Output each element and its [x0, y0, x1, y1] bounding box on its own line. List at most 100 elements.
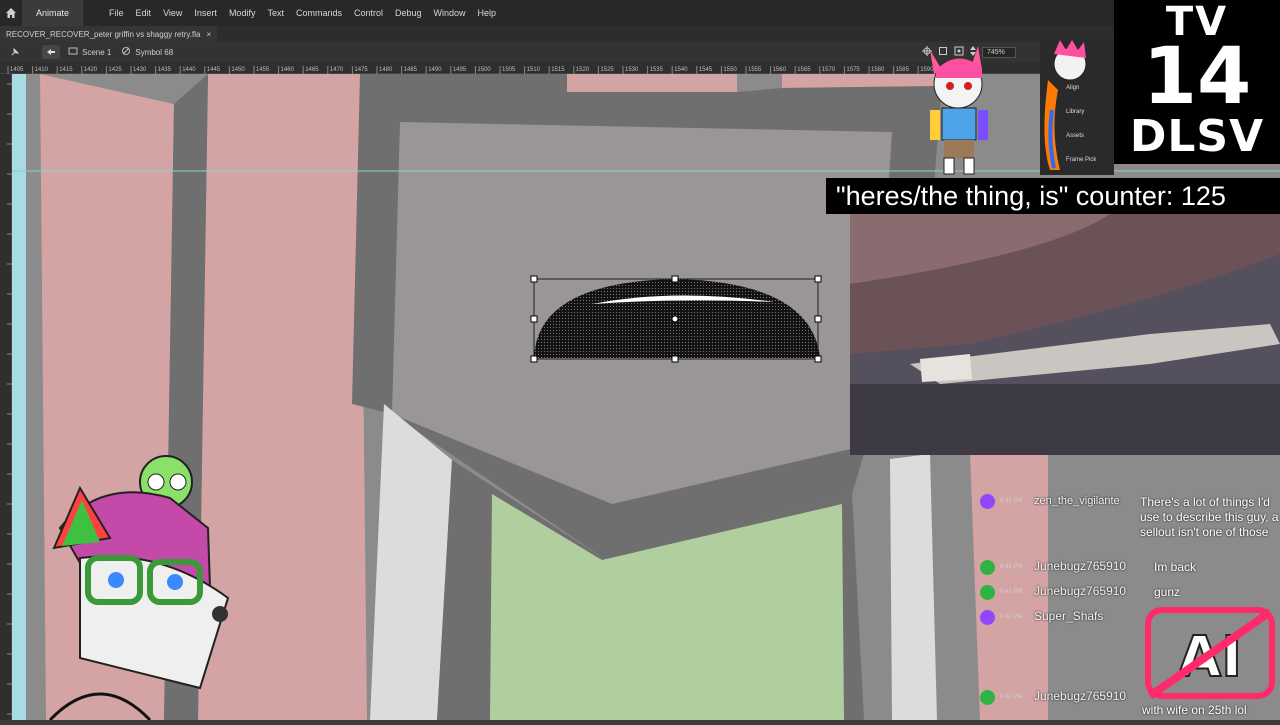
ruler-label: 1520 — [576, 67, 590, 73]
ruler-label: 1420 — [84, 67, 98, 73]
document-title: RECOVER_RECOVER_peter griffin vs shaggy … — [6, 29, 201, 39]
ruler-label: 1440 — [182, 67, 196, 73]
ruler-label: 1550 — [723, 67, 737, 73]
ruler-label: 1405 — [10, 67, 24, 73]
ruler-label: 1415 — [59, 67, 73, 73]
transform-point[interactable] — [671, 315, 679, 323]
chat-text: Im back — [1154, 560, 1197, 574]
menu-file[interactable]: File — [103, 8, 130, 18]
ruler-label: 1565 — [797, 67, 811, 73]
ruler-label: 1425 — [108, 67, 122, 73]
menu-debug[interactable]: Debug — [389, 8, 428, 18]
rating-descriptors: DLSV — [1129, 111, 1265, 162]
chat-text: gunz — [1154, 585, 1181, 599]
collar-right — [890, 454, 937, 720]
app-name-tab[interactable]: Animate — [22, 0, 84, 26]
menu-control[interactable]: Control — [348, 8, 389, 18]
ruler-label: 1545 — [699, 67, 713, 73]
home-icon[interactable] — [0, 0, 22, 26]
kick-badge-icon — [980, 560, 995, 575]
handle-top-center[interactable] — [671, 275, 679, 283]
ruler-label: 1495 — [453, 67, 467, 73]
menu-view[interactable]: View — [157, 8, 188, 18]
document-tab[interactable]: RECOVER_RECOVER_peter griffin vs shaggy … — [0, 26, 218, 42]
handle-top-right[interactable] — [814, 275, 822, 283]
chat-time: 9:42 PM — [1000, 589, 1023, 595]
panel-frame-picker[interactable]: Frame Pick — [1066, 148, 1096, 172]
handle-bottom-left[interactable] — [530, 355, 538, 363]
ruler-label: 1560 — [773, 67, 787, 73]
ruler-label: 1435 — [158, 67, 172, 73]
ruler-label: 1445 — [207, 67, 221, 73]
pin-icon[interactable] — [6, 45, 24, 59]
panel-labels: Align Library Assets Frame Pick — [1066, 76, 1096, 172]
ruler-label: 1410 — [35, 67, 49, 73]
ruler-label: 1455 — [256, 67, 270, 73]
chat-time: 9:41 PM — [1000, 564, 1023, 570]
kick-badge-icon — [980, 690, 995, 705]
chat-text: with wife on 25th lol — [1142, 703, 1247, 717]
side-panel: Align Library Assets Frame Pick — [1040, 40, 1114, 175]
handle-mid-left[interactable] — [530, 315, 538, 323]
chat-username: Super_Shafs — [1034, 609, 1104, 623]
ruler-label: 1525 — [600, 67, 614, 73]
panel-align[interactable]: Align — [1066, 76, 1096, 100]
chat-username: Junebugz765910 — [1034, 559, 1127, 573]
ruler-label: 1580 — [871, 67, 885, 73]
webcam-feed — [850, 214, 1280, 455]
ruler-label: 1540 — [674, 67, 688, 73]
vertical-ruler — [0, 74, 12, 720]
breadcrumb-scene[interactable]: Scene 1 — [82, 48, 111, 57]
ruler-label: 1485 — [404, 67, 418, 73]
twitch-badge-icon — [980, 494, 995, 509]
chat-username: zen_the_vigilante — [1034, 495, 1120, 507]
ruler-label: 1575 — [846, 67, 860, 73]
kick-badge-icon — [980, 585, 995, 600]
handle-bottom-right[interactable] — [814, 355, 822, 363]
ruler-label: 1510 — [527, 67, 541, 73]
handle-bottom-center[interactable] — [671, 355, 679, 363]
pink-top-1 — [567, 74, 737, 92]
no-ai-sticker: AI — [1140, 604, 1276, 704]
menu-commands[interactable]: Commands — [290, 8, 348, 18]
close-icon[interactable]: × — [206, 30, 211, 39]
symbol-icon — [121, 46, 131, 58]
chat-time: 9:41 PM — [1000, 498, 1023, 504]
menu-insert[interactable]: Insert — [188, 8, 223, 18]
chat-username: Junebugz765910 — [1034, 689, 1127, 703]
vertical-ruler-ticks — [7, 83, 12, 715]
menu-text[interactable]: Text — [261, 8, 290, 18]
menu-bar: Animate File Edit View Insert Modify Tex… — [0, 0, 1280, 26]
scene-icon — [68, 46, 78, 58]
ruler-label: 1450 — [231, 67, 245, 73]
ruler-label: 1555 — [748, 67, 762, 73]
tv-rating-badge: TV 14 DLSV — [1114, 0, 1280, 164]
chat-username: Junebugz765910 — [1034, 584, 1127, 598]
collar-left — [370, 404, 452, 720]
ruler-label: 1570 — [822, 67, 836, 73]
mascot-character-top — [920, 40, 1000, 176]
ruler-label: 1480 — [379, 67, 393, 73]
panel-assets[interactable]: Assets — [1066, 124, 1096, 148]
rating-age: 14 — [1142, 32, 1252, 122]
handle-mid-right[interactable] — [814, 315, 822, 323]
ruler-label: 1465 — [305, 67, 319, 73]
chat-text: There's a lot of things I'd use to descr… — [1140, 495, 1279, 539]
ruler-label: 1460 — [281, 67, 295, 73]
ruler-label: 1505 — [502, 67, 516, 73]
back-arrow-icon[interactable] — [42, 45, 60, 59]
ruler-label: 1430 — [133, 67, 147, 73]
chat-time: 9:42 PM — [1000, 694, 1023, 700]
menu-modify[interactable]: Modify — [223, 8, 262, 18]
counter-banner: "heres/the thing, is" counter: 125 — [826, 178, 1280, 214]
menu-window[interactable]: Window — [428, 8, 472, 18]
ruler-label: 1515 — [551, 67, 565, 73]
ruler-label: 1535 — [650, 67, 664, 73]
breadcrumb-symbol[interactable]: Symbol 68 — [135, 48, 173, 57]
handle-top-left[interactable] — [530, 275, 538, 283]
menu-edit[interactable]: Edit — [130, 8, 158, 18]
menu-help[interactable]: Help — [472, 8, 503, 18]
panel-library[interactable]: Library — [1066, 100, 1096, 124]
chat-time: 9:42 PM — [1000, 614, 1023, 620]
twitch-badge-icon — [980, 610, 995, 625]
